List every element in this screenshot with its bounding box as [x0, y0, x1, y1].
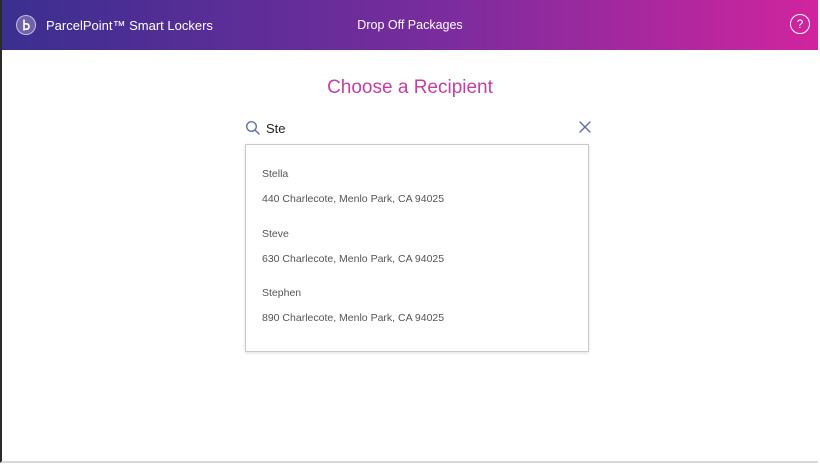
search-input[interactable] [266, 117, 566, 139]
app-window: ParcelPoint™ Smart Lockers Drop Off Pack… [0, 0, 818, 463]
top-bar: ParcelPoint™ Smart Lockers Drop Off Pack… [2, 0, 818, 50]
brand: ParcelPoint™ Smart Lockers [16, 0, 213, 50]
brand-name: ParcelPoint™ Smart Lockers [46, 17, 213, 33]
help-button[interactable]: ? [790, 14, 810, 34]
parcelpoint-logo-icon [16, 15, 36, 35]
recipient-name: Stephen [262, 287, 302, 299]
help-icon: ? [796, 17, 804, 31]
recipient-address: 440 Charlecote, Menlo Park, CA 94025 [262, 193, 445, 205]
clear-search-icon[interactable] [577, 119, 593, 135]
recipient-name: Steve [262, 228, 289, 240]
page-title: Choose a Recipient [327, 77, 493, 98]
recipient-address: 890 Charlecote, Menlo Park, CA 94025 [262, 312, 445, 324]
recipient-results-list: Stella 440 Charlecote, Menlo Park, CA 94… [245, 144, 589, 352]
recipient-item[interactable]: Stephen 890 Charlecote, Menlo Park, CA 9… [262, 286, 582, 325]
recipient-item[interactable]: Stella 440 Charlecote, Menlo Park, CA 94… [262, 167, 582, 206]
search-bar [245, 117, 595, 139]
recipient-item[interactable]: Steve 630 Charlecote, Menlo Park, CA 940… [262, 227, 582, 266]
recipient-address: 630 Charlecote, Menlo Park, CA 94025 [262, 253, 445, 265]
search-icon [245, 120, 260, 135]
recipient-name: Stella [262, 168, 289, 180]
